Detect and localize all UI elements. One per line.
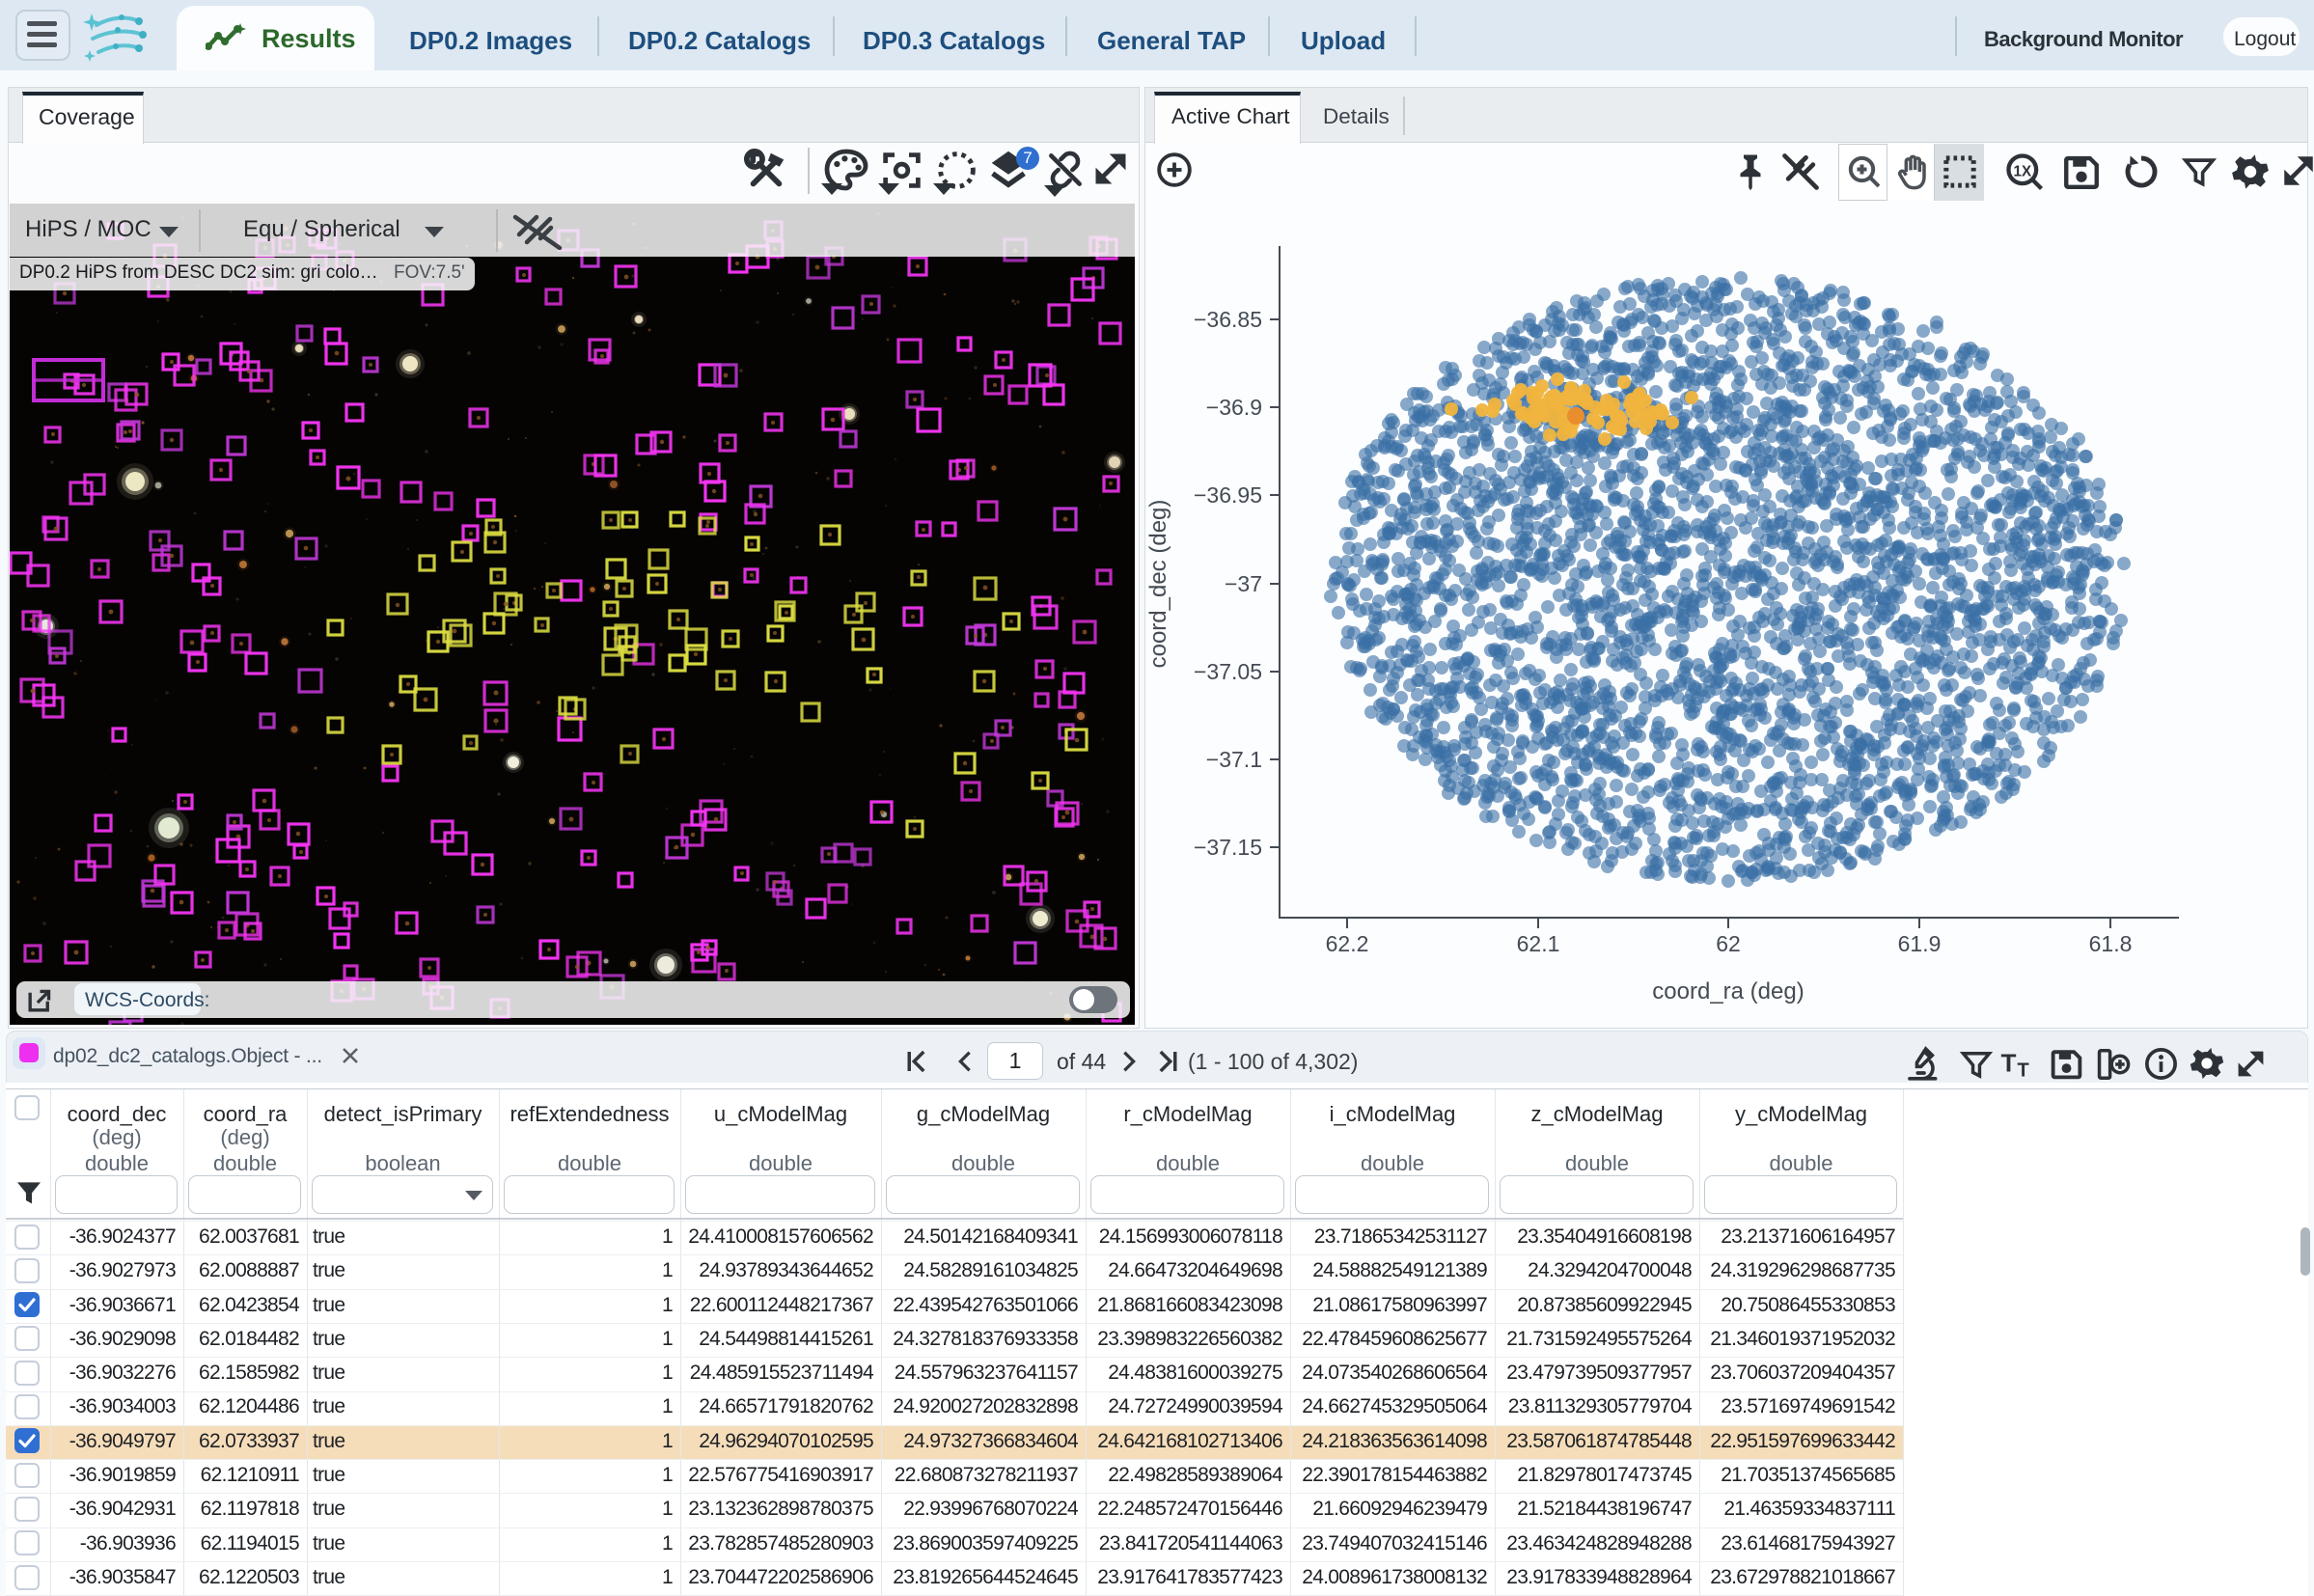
svg-text:1X: 1X [2014, 163, 2032, 179]
svg-text:T: T [2017, 1059, 2028, 1081]
svg-text:T: T [2001, 1049, 2017, 1078]
